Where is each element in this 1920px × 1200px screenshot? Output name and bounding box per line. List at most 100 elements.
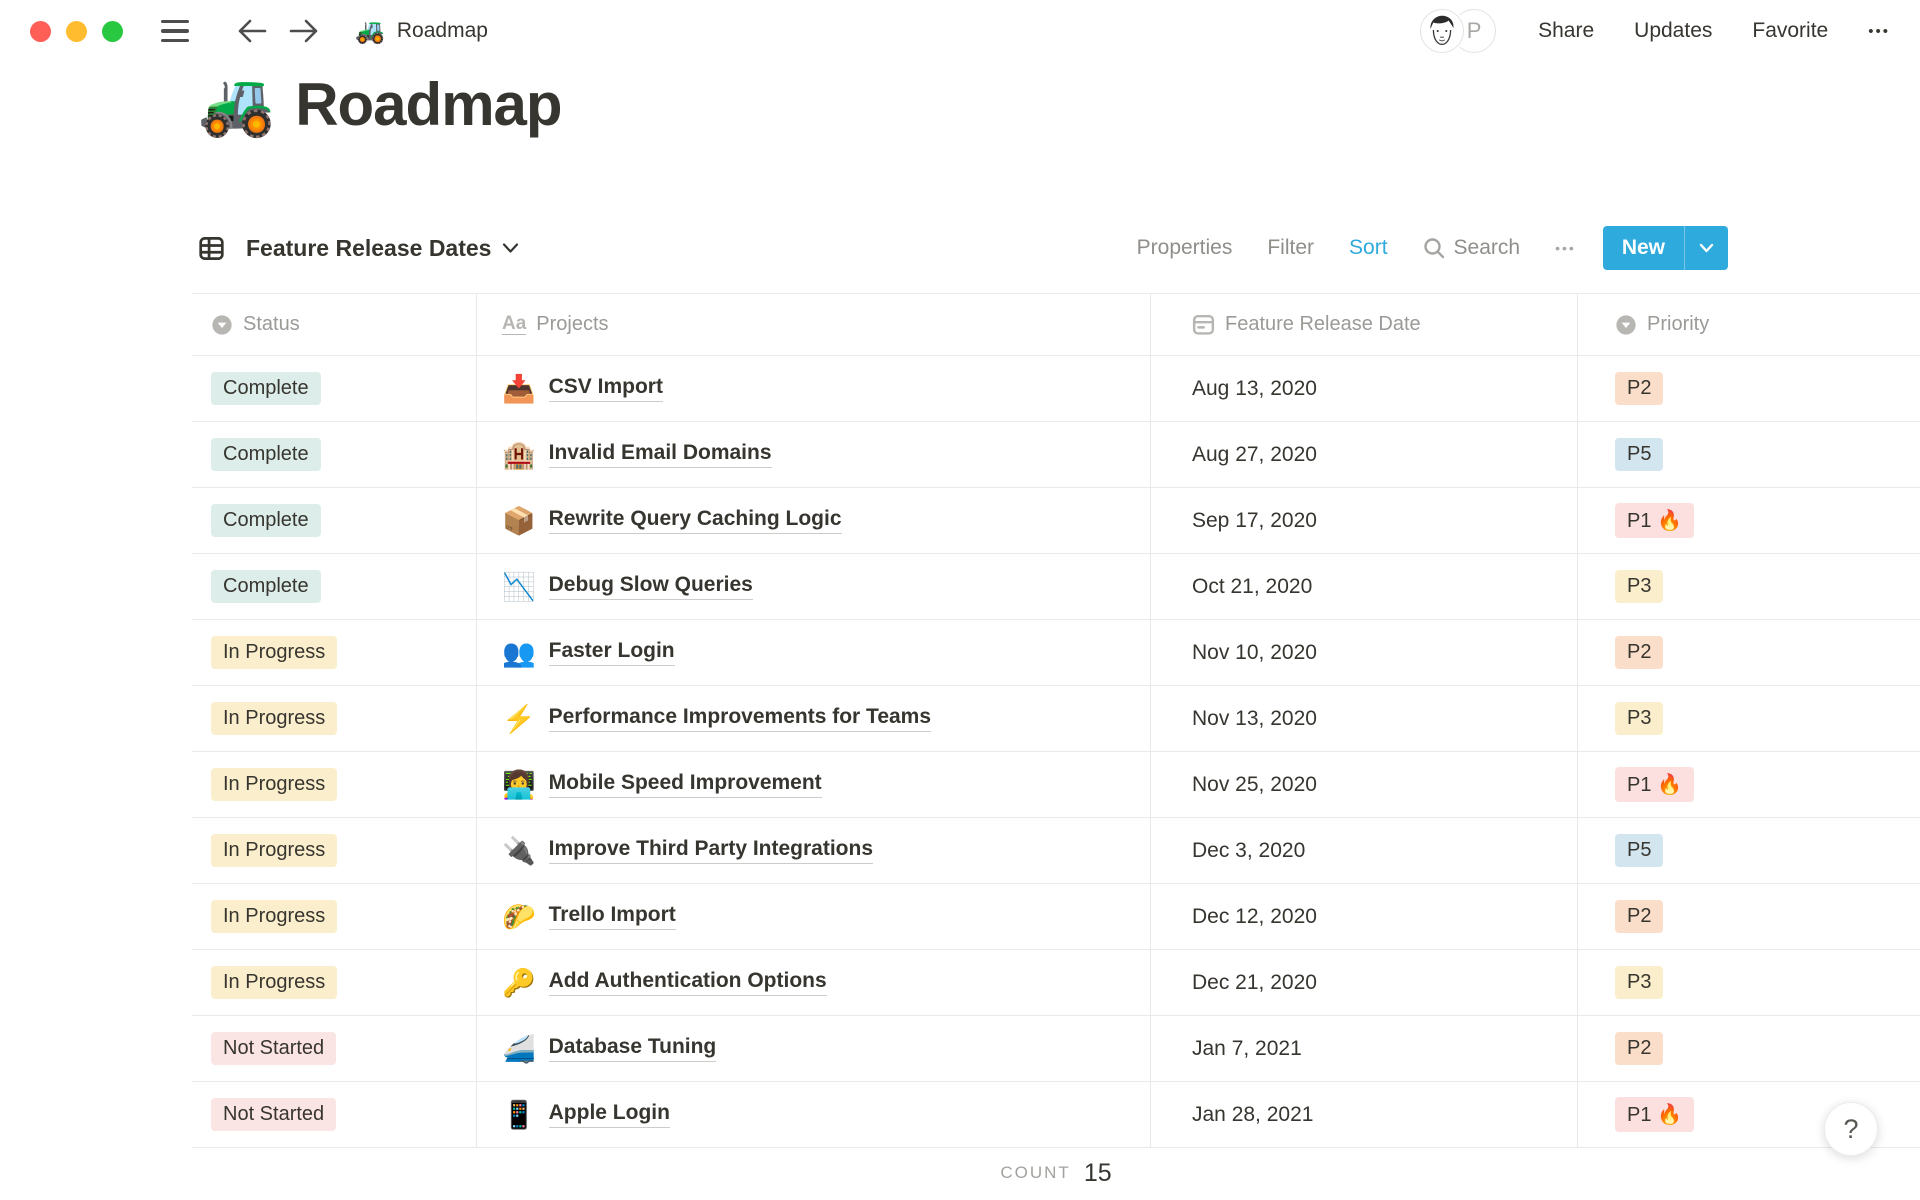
priority-cell[interactable]: P3 [1577,950,1920,1015]
project-link[interactable]: Database Tuning [548,1035,717,1062]
project-link[interactable]: Faster Login [548,639,675,666]
back-arrow-icon[interactable] [235,14,269,48]
status-badge[interactable]: Complete [211,438,321,471]
priority-cell[interactable]: P5 [1577,422,1920,487]
column-header-status[interactable]: Status [192,294,476,355]
page-emoji-icon[interactable]: 🚜 [198,73,275,136]
date-cell[interactable]: Nov 10, 2020 [1150,620,1577,685]
project-cell[interactable]: 📱 Apple Login [476,1082,1150,1147]
project-link[interactable]: Mobile Speed Improvement [548,771,822,798]
project-cell[interactable]: 🚄 Database Tuning [476,1016,1150,1081]
project-cell[interactable]: 🔑 Add Authentication Options [476,950,1150,1015]
project-cell[interactable]: 👩‍💻 Mobile Speed Improvement [476,752,1150,817]
date-cell[interactable]: Nov 25, 2020 [1150,752,1577,817]
collaborator-avatars[interactable]: P [1420,9,1497,53]
status-cell[interactable]: In Progress [192,752,476,817]
zoom-window-button[interactable] [102,20,123,42]
priority-cell[interactable]: P2 [1577,356,1920,421]
priority-badge[interactable]: P3 [1615,966,1664,999]
project-cell[interactable]: ⚡ Performance Improvements for Teams [476,686,1150,751]
priority-cell[interactable]: P3 [1577,686,1920,751]
project-cell[interactable]: 🔌 Improve Third Party Integrations [476,818,1150,883]
status-cell[interactable]: Complete [192,422,476,487]
priority-badge[interactable]: P3 [1615,702,1664,735]
priority-badge[interactable]: P2 [1615,1032,1664,1065]
date-cell[interactable]: Oct 21, 2020 [1150,554,1577,619]
project-link[interactable]: Trello Import [548,903,676,930]
project-link[interactable]: Invalid Email Domains [548,441,772,468]
user-avatar[interactable] [1420,9,1465,53]
sidebar-menu-icon[interactable] [161,19,189,43]
date-cell[interactable]: Jan 7, 2021 [1150,1016,1577,1081]
breadcrumb[interactable]: 🚜 Roadmap [355,17,488,46]
project-cell[interactable]: 🌮 Trello Import [476,884,1150,949]
date-cell[interactable]: Dec 21, 2020 [1150,950,1577,1015]
project-link[interactable]: Add Authentication Options [548,969,827,996]
date-cell[interactable]: Dec 12, 2020 [1150,884,1577,949]
status-cell[interactable]: In Progress [192,620,476,685]
status-cell[interactable]: Complete [192,356,476,421]
date-cell[interactable]: Sep 17, 2020 [1150,488,1577,553]
status-cell[interactable]: Complete [192,554,476,619]
status-badge[interactable]: In Progress [211,900,338,933]
date-cell[interactable]: Dec 3, 2020 [1150,818,1577,883]
priority-badge[interactable]: P2 [1615,372,1664,405]
new-button[interactable]: New [1602,226,1728,270]
count-footer[interactable]: COUNT 15 [192,1150,1920,1196]
priority-cell[interactable]: P1 🔥 [1577,488,1920,553]
more-options-icon[interactable]: ••• [1868,23,1890,40]
sort-button[interactable]: Sort [1349,236,1388,260]
status-badge[interactable]: In Progress [211,834,338,867]
status-cell[interactable]: In Progress [192,686,476,751]
priority-badge[interactable]: P2 [1615,636,1664,669]
status-badge[interactable]: Complete [211,504,321,537]
date-cell[interactable]: Nov 13, 2020 [1150,686,1577,751]
status-badge[interactable]: In Progress [211,702,338,735]
status-badge[interactable]: In Progress [211,636,338,669]
filter-button[interactable]: Filter [1267,236,1314,260]
project-link[interactable]: CSV Import [548,375,663,402]
new-button-label[interactable]: New [1603,226,1684,270]
priority-badge[interactable]: P2 [1615,900,1664,933]
priority-cell[interactable]: P2 [1577,1016,1920,1081]
project-link[interactable]: Rewrite Query Caching Logic [548,507,842,534]
priority-badge[interactable]: P1 🔥 [1615,503,1694,538]
forward-arrow-icon[interactable] [287,14,321,48]
column-header-feature-release-date[interactable]: Feature Release Date [1150,294,1577,355]
project-link[interactable]: Debug Slow Queries [548,573,753,600]
status-cell[interactable]: In Progress [192,884,476,949]
project-cell[interactable]: 📦 Rewrite Query Caching Logic [476,488,1150,553]
status-badge[interactable]: In Progress [211,966,338,999]
project-cell[interactable]: 📥 CSV Import [476,356,1150,421]
page-title[interactable]: Roadmap [295,70,562,139]
status-cell[interactable]: In Progress [192,818,476,883]
priority-cell[interactable]: P2 [1577,884,1920,949]
minimize-window-button[interactable] [66,20,87,42]
status-cell[interactable]: Complete [192,488,476,553]
priority-cell[interactable]: P2 [1577,620,1920,685]
new-dropdown-button[interactable] [1684,226,1728,270]
status-cell[interactable]: In Progress [192,950,476,1015]
priority-cell[interactable]: P1 🔥 [1577,752,1920,817]
view-selector[interactable]: Feature Release Dates [192,235,519,262]
favorite-button[interactable]: Favorite [1752,19,1828,43]
search-button[interactable]: Search [1423,236,1520,260]
status-badge[interactable]: Not Started [211,1098,337,1131]
view-more-options-icon[interactable]: ••• [1555,240,1576,256]
priority-cell[interactable]: P5 [1577,818,1920,883]
status-badge[interactable]: Not Started [211,1032,337,1065]
priority-badge[interactable]: P3 [1615,570,1664,603]
priority-badge[interactable]: P5 [1615,834,1664,867]
status-badge[interactable]: In Progress [211,768,338,801]
column-header-priority[interactable]: Priority [1577,294,1920,355]
date-cell[interactable]: Jan 28, 2021 [1150,1082,1577,1147]
project-cell[interactable]: 👥 Faster Login [476,620,1150,685]
project-cell[interactable]: 🏨 Invalid Email Domains [476,422,1150,487]
priority-badge[interactable]: P5 [1615,438,1664,471]
priority-badge[interactable]: P1 🔥 [1615,767,1694,802]
share-button[interactable]: Share [1538,19,1594,43]
project-link[interactable]: Improve Third Party Integrations [548,837,874,864]
properties-button[interactable]: Properties [1137,236,1233,260]
status-cell[interactable]: Not Started [192,1082,476,1147]
status-badge[interactable]: Complete [211,372,321,405]
